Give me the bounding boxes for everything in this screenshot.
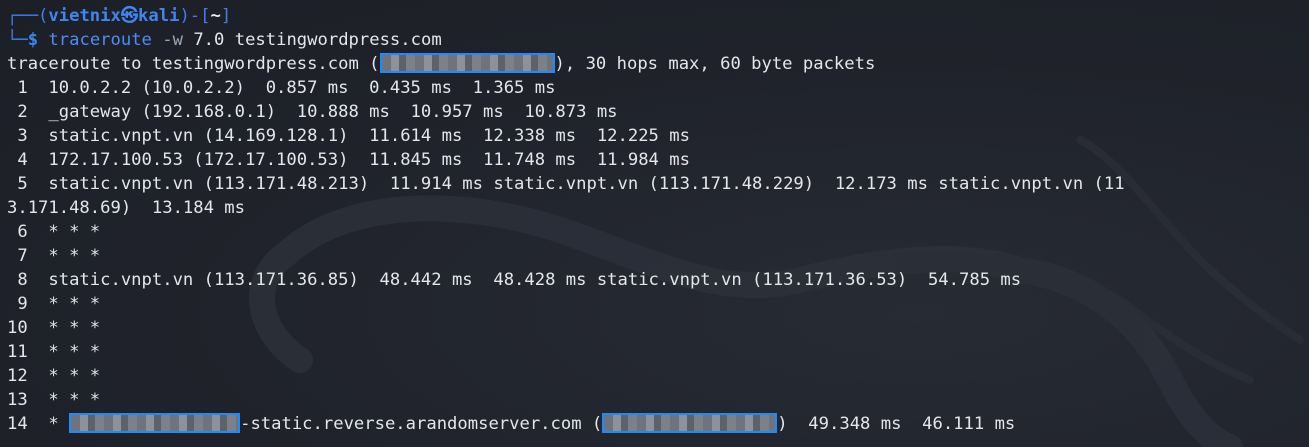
- hop-line: 4 172.17.100.53 (172.17.100.53) 11.845 m…: [7, 150, 690, 170]
- traceroute-header: traceroute to testingwordpress.com ( ), 3…: [7, 52, 1309, 76]
- command-line[interactable]: └─$ traceroute -w 7.0 testingwordpress.c…: [7, 28, 1309, 52]
- prompt-frame-bottom: └─: [7, 30, 28, 50]
- prompt-dollar: $: [27, 30, 39, 50]
- prompt-directory: ~: [210, 6, 221, 26]
- hop-line: 11 * * *: [7, 342, 101, 362]
- command-flag: -w: [162, 30, 183, 50]
- hop-14-middle: -static.reverse.arandomserver.com (: [240, 414, 603, 434]
- hop-line: 6 * * *: [7, 222, 101, 242]
- hop-line: 10 * * *: [7, 318, 101, 338]
- hop-14-prefix: 14 *: [7, 414, 70, 434]
- hop-line: 8 static.vnpt.vn (113.171.36.85) 48.442 …: [7, 270, 1022, 290]
- prompt-frame-end: ]: [220, 6, 232, 26]
- header-text-before: traceroute to testingwordpress.com (: [7, 54, 380, 74]
- hop-line: 2 _gateway (192.168.0.1) 10.888 ms 10.95…: [7, 102, 618, 122]
- terminal-output: ┌──(vietnix㉿kali)-[~] └─$ traceroute -w …: [7, 4, 1309, 436]
- prompt-line-top: ┌──(vietnix㉿kali)-[~]: [7, 4, 1309, 28]
- hop-line: 5 static.vnpt.vn (113.171.48.213) 11.914…: [7, 174, 1125, 194]
- prompt-frame-top: ┌──(: [7, 6, 49, 26]
- terminal-window[interactable]: ┌──(vietnix㉿kali)-[~] └─$ traceroute -w …: [0, 0, 1309, 447]
- hop-line: 12 * * *: [7, 366, 101, 386]
- hop-14-suffix: ) 49.348 ms 46.111 ms: [777, 414, 1016, 434]
- hop-line: 9 * * *: [7, 294, 101, 314]
- command-name: traceroute: [48, 30, 152, 50]
- redacted-hostname-box: [69, 412, 241, 433]
- hop-line: 1 10.0.2.2 (10.0.2.2) 0.857 ms 0.435 ms …: [7, 78, 556, 98]
- prompt-frame-mid: )-[: [179, 6, 211, 26]
- skull-icon: ㉿: [120, 6, 139, 26]
- prompt-hostname: kali: [138, 6, 180, 26]
- redacted-ip-box-2: [602, 412, 778, 433]
- redacted-ip-box: [379, 52, 555, 73]
- hop-line: 13 * * *: [7, 390, 101, 410]
- hop-list: 1 10.0.2.2 (10.0.2.2) 0.857 ms 0.435 ms …: [7, 76, 1309, 412]
- hop-line: 3.171.48.69) 13.184 ms: [7, 198, 245, 218]
- command-args: 7.0 testingwordpress.com: [193, 30, 442, 50]
- prompt-username: vietnix: [48, 6, 121, 26]
- hop-line: 7 * * *: [7, 246, 101, 266]
- header-text-after: ), 30 hops max, 60 byte packets: [554, 54, 876, 74]
- hop-line: 3 static.vnpt.vn (14.169.128.1) 11.614 m…: [7, 126, 690, 146]
- hop-line-14: 14 * -static.reverse.arandomserver.com (…: [7, 412, 1309, 436]
